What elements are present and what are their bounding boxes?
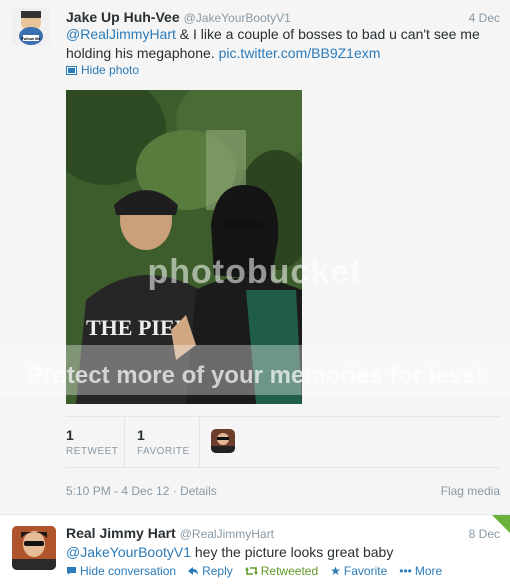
reply-action[interactable]: Reply xyxy=(188,564,233,578)
author-handle[interactable]: @RealJimmyHart xyxy=(180,527,274,541)
favorite-label: Favorite xyxy=(343,564,388,578)
tweet-author[interactable]: Jake Up Huh-Vee @JakeYourBootyV1 xyxy=(66,9,291,25)
hide-photo-label: Hide photo xyxy=(81,63,140,77)
more-dots-icon: ••• xyxy=(399,564,412,578)
photo-icon xyxy=(66,65,77,75)
avatar[interactable] xyxy=(12,526,56,570)
hide-conversation-action[interactable]: Hide conversation xyxy=(66,564,176,578)
favoriter-avatar[interactable] xyxy=(211,429,235,453)
favorite-label: FAVORITE xyxy=(137,446,190,457)
photo-link[interactable]: pic.twitter.com/BB9Z1exm xyxy=(219,45,381,61)
author-name[interactable]: Real Jimmy Hart xyxy=(66,525,176,541)
avatar[interactable]: Follow Me xyxy=(12,8,50,46)
retweet-label: RETWEET xyxy=(66,446,119,457)
tweet-text-part: holding his megaphone. xyxy=(66,45,219,61)
watermark-band xyxy=(0,345,510,395)
reply-label: Reply xyxy=(202,564,233,578)
retweet-count: 1 xyxy=(66,427,74,443)
star-icon: ★ xyxy=(330,564,341,578)
timestamp[interactable]: 5:10 PM - 4 Dec 12 xyxy=(66,484,169,498)
hide-photo-link[interactable]: Hide photo xyxy=(66,63,139,77)
tweet-author[interactable]: Real Jimmy Hart @RealJimmyHart xyxy=(66,525,274,541)
hide-conversation-label: Hide conversation xyxy=(80,564,177,578)
favorite-count: 1 xyxy=(137,427,145,443)
tweet-stats: 1 RETWEET 1 FAVORITE xyxy=(66,416,500,468)
divider xyxy=(124,417,125,467)
author-handle[interactable]: @JakeYourBootyV1 xyxy=(184,11,291,25)
reply-icon xyxy=(188,567,199,575)
favorite-stat[interactable]: 1 FAVORITE xyxy=(137,427,190,457)
mention-link[interactable]: @JakeYourBootyV1 xyxy=(66,544,191,560)
details-link[interactable]: Details xyxy=(180,484,217,498)
flag-media-link[interactable]: Flag media xyxy=(441,484,500,498)
tweet-text-part: hey the picture looks great baby xyxy=(191,544,394,560)
more-action[interactable]: ••• More xyxy=(399,564,442,578)
conversation-icon xyxy=(67,567,76,575)
svg-text:Follow Me: Follow Me xyxy=(21,36,41,41)
retweeted-label: Retweeted xyxy=(260,564,319,578)
tweet-actions: Hide conversation Reply Retweeted ★ Favo… xyxy=(66,564,454,578)
tweet-text-part: & I like a couple of bosses to bad u can… xyxy=(175,26,480,42)
author-name[interactable]: Jake Up Huh-Vee xyxy=(66,9,180,25)
tweet-reply[interactable]: Real Jimmy Hart @RealJimmyHart 8 Dec @Jak… xyxy=(0,515,510,587)
more-label: More xyxy=(414,564,443,578)
favorite-action[interactable]: ★ Favorite xyxy=(330,564,387,578)
tweet-meta: 5:10 PM - 4 Dec 12 · Details xyxy=(66,484,217,498)
tweet-date[interactable]: 8 Dec xyxy=(469,527,500,541)
retweet-icon xyxy=(244,567,258,575)
retweet-stat[interactable]: 1 RETWEET xyxy=(66,427,118,457)
divider xyxy=(199,417,200,467)
tweet-date[interactable]: 4 Dec xyxy=(469,11,500,25)
tweet-expanded[interactable]: Follow Me Jake Up Huh-Vee @JakeYourBootyV… xyxy=(0,0,510,515)
tweet-text: @RealJimmyHart & I like a couple of boss… xyxy=(66,25,496,63)
tweet-text: @JakeYourBootyV1 hey the picture looks g… xyxy=(66,543,393,562)
retweeted-action[interactable]: Retweeted xyxy=(244,564,319,578)
mention-link[interactable]: @RealJimmyHart xyxy=(66,26,176,42)
